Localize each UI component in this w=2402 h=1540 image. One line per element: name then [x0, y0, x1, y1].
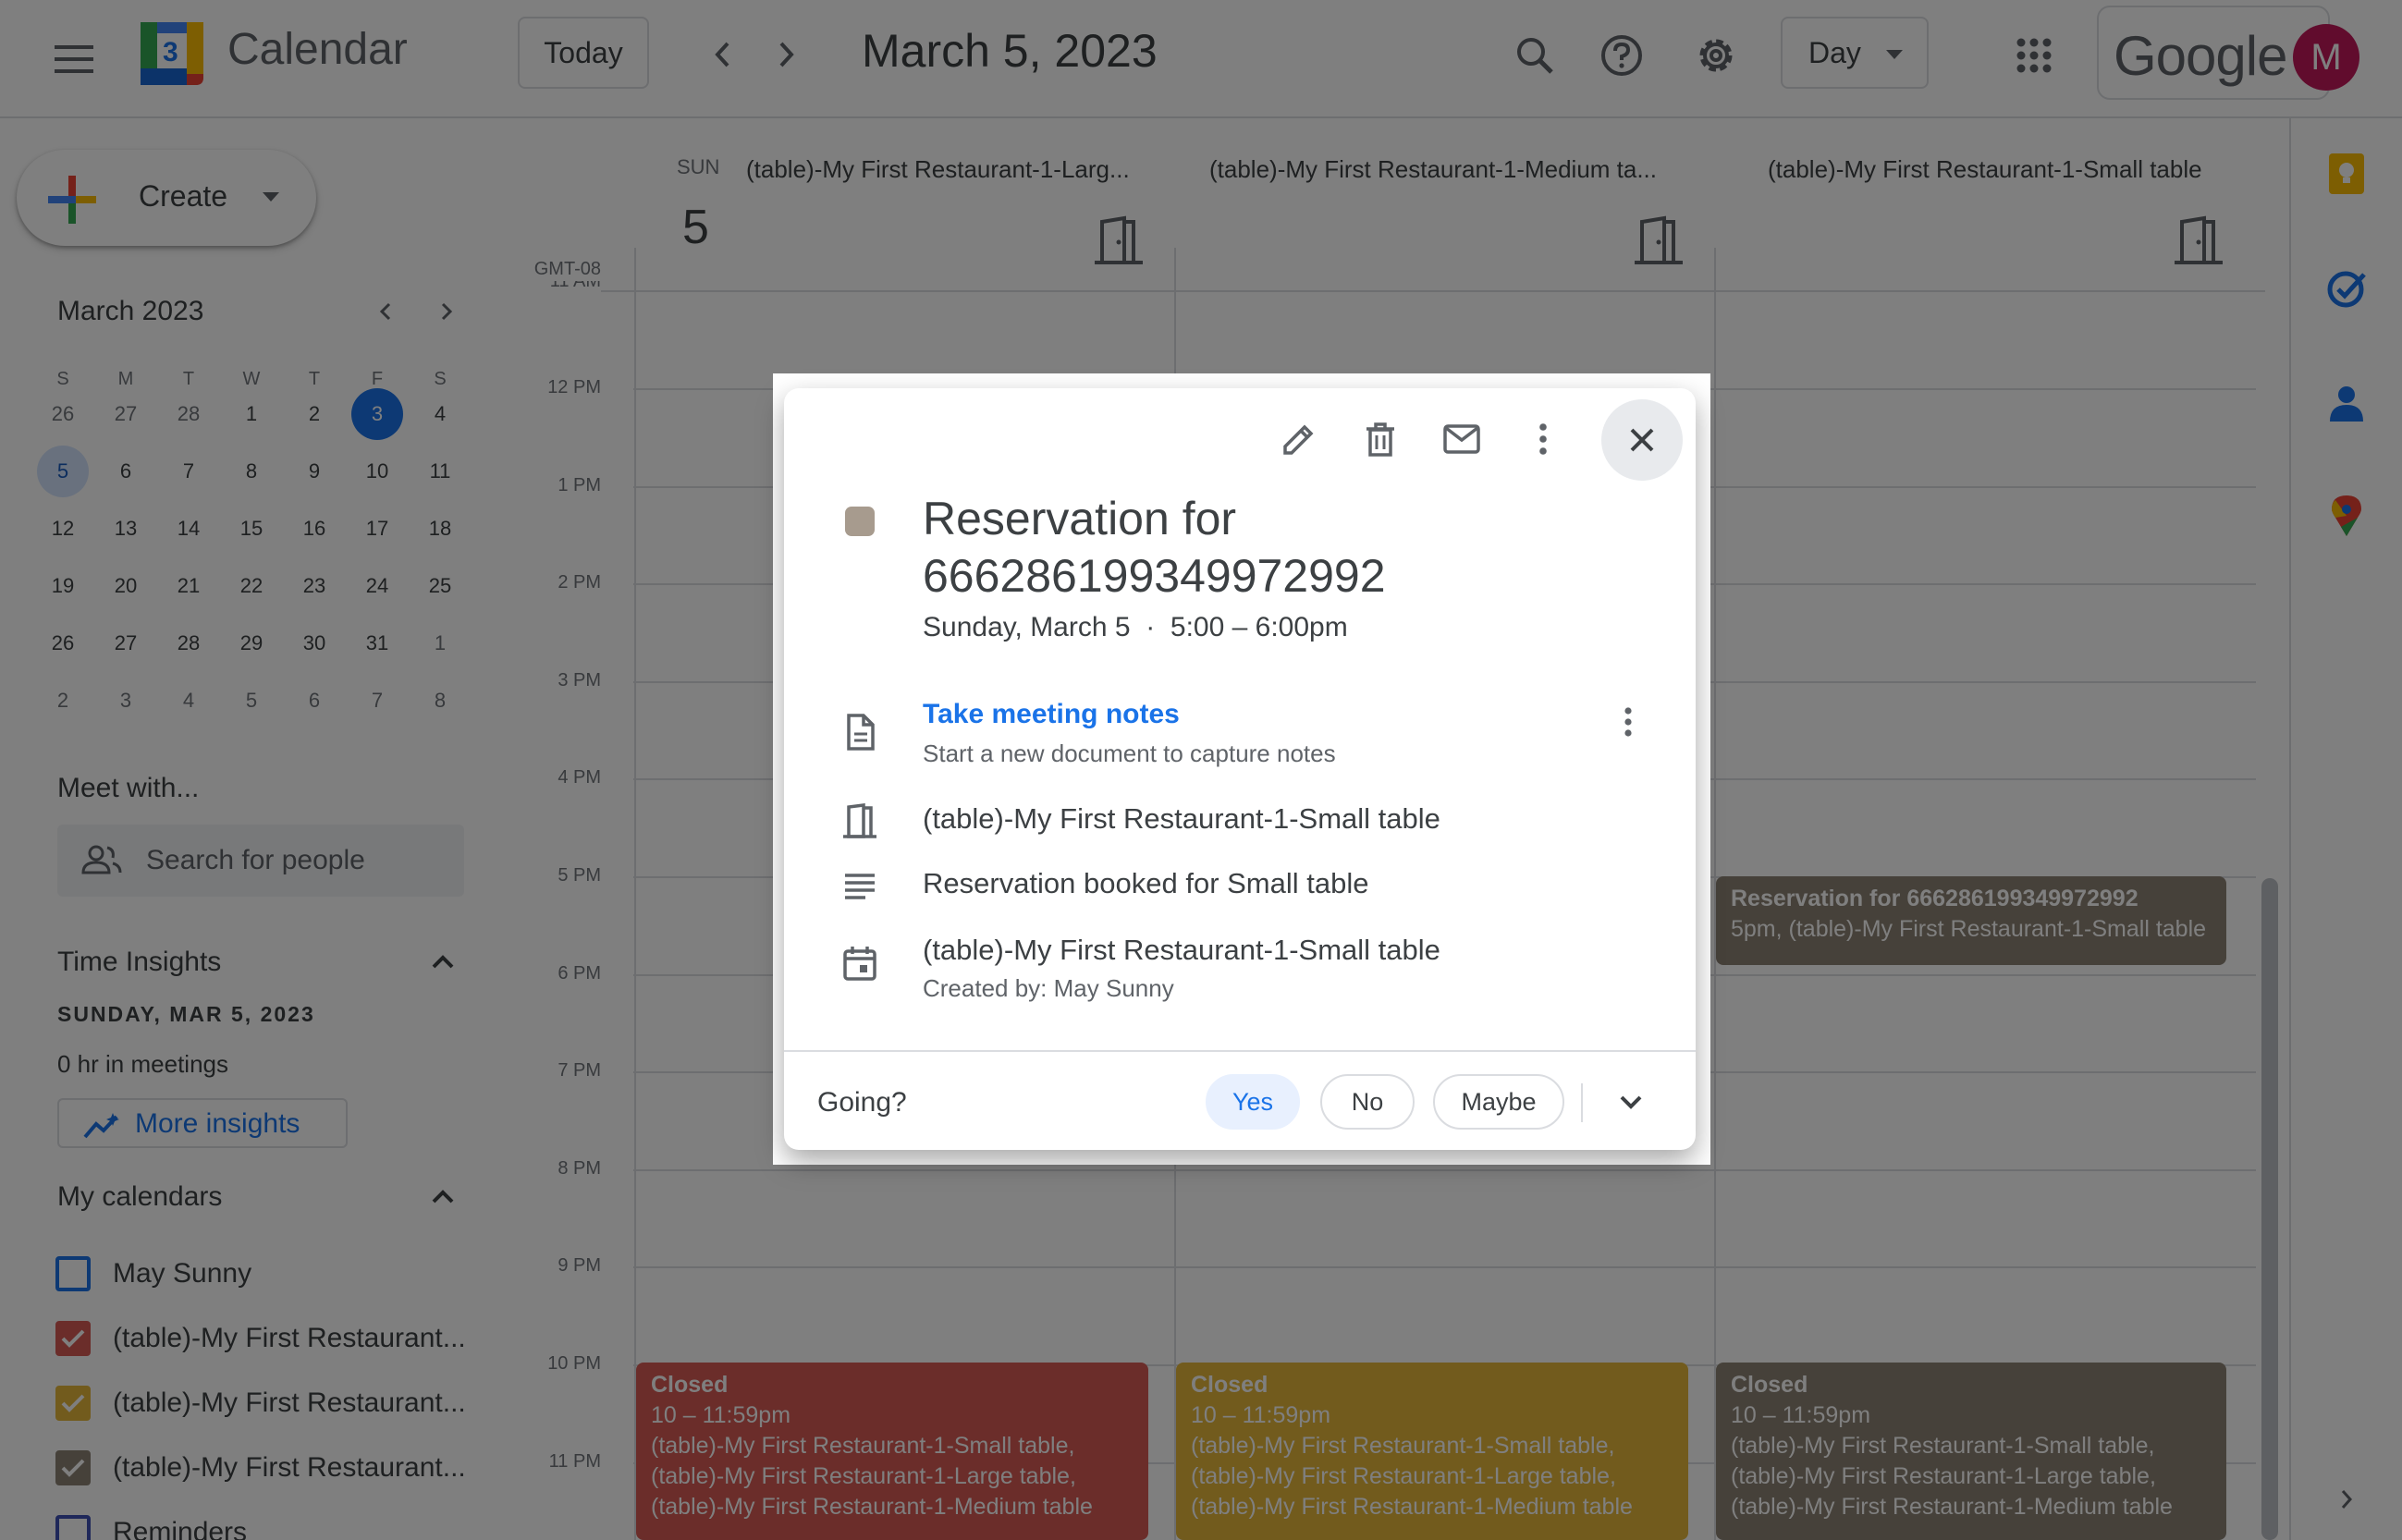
document-notes-icon — [847, 714, 875, 751]
dialog-divider — [784, 1050, 1696, 1052]
calendar-icon — [843, 947, 876, 981]
event-date-time: Sunday, March 5 · 5:00 – 6:00pm — [923, 612, 1348, 642]
rsvp-going-label: Going? — [817, 1087, 907, 1118]
event-created-by: Created by: May Sunny — [923, 974, 1174, 1002]
event-title: Reservation for 666286199349972992 — [923, 493, 1386, 602]
more-options-icon[interactable] — [1509, 405, 1577, 473]
notes-more-options-icon[interactable] — [1596, 690, 1661, 754]
event-details-dialog: Reservation for 666286199349972992 Sunda… — [784, 388, 1696, 1150]
event-room: (table)-My First Restaurant-1-Small tabl… — [923, 802, 1440, 835]
meeting-notes-subtitle: Start a new document to capture notes — [923, 739, 1336, 767]
edit-pencil-icon[interactable] — [1265, 405, 1333, 473]
take-meeting-notes-link[interactable]: Take meeting notes — [923, 699, 1180, 730]
event-color-swatch — [845, 507, 875, 536]
room-door-icon — [843, 803, 876, 838]
close-icon[interactable] — [1601, 399, 1683, 481]
rsvp-separator — [1581, 1083, 1583, 1122]
event-description: Reservation booked for Small table — [923, 867, 1369, 899]
delete-trash-icon[interactable] — [1346, 405, 1415, 473]
rsvp-options-chevron-down-icon[interactable] — [1598, 1069, 1664, 1135]
rsvp-no-button[interactable]: No — [1320, 1074, 1415, 1130]
rsvp-yes-button[interactable]: Yes — [1206, 1074, 1300, 1130]
email-guests-icon[interactable] — [1428, 405, 1496, 473]
rsvp-maybe-button[interactable]: Maybe — [1433, 1074, 1564, 1130]
description-lines-icon — [845, 874, 875, 899]
event-calendar-name: (table)-My First Restaurant-1-Small tabl… — [923, 934, 1440, 966]
